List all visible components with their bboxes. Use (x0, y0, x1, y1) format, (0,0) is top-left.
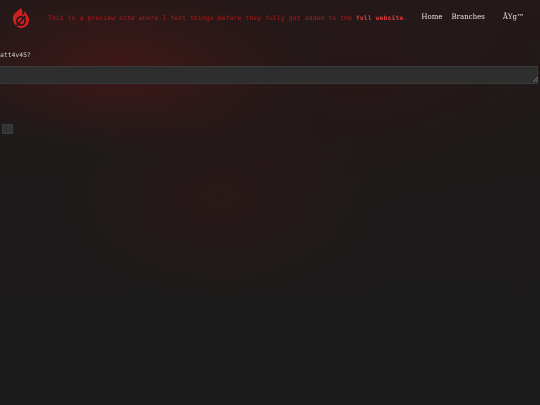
small-button[interactable] (2, 124, 13, 134)
preview-notice: This is a preview site where I test thin… (48, 14, 407, 22)
top-bar: This is a preview site where I test thin… (0, 0, 540, 38)
nav-branches-link[interactable]: Branches (451, 13, 484, 21)
preview-notice-text: This is a preview site where I test thin… (48, 14, 356, 22)
main-nav: Home Branches ÅYg™ (421, 13, 524, 21)
nav-home-link[interactable]: Home (421, 13, 442, 21)
page: This is a preview site where I test thin… (0, 0, 540, 405)
language-selector[interactable]: ÅYg™ (503, 13, 524, 21)
field-label: att4v45? (0, 51, 31, 59)
full-website-link[interactable]: full website (356, 14, 403, 22)
text-input[interactable] (0, 66, 538, 84)
preview-notice-end: . (403, 14, 408, 22)
resize-handle-icon[interactable] (533, 77, 538, 82)
flame-logo-icon[interactable] (10, 7, 32, 29)
